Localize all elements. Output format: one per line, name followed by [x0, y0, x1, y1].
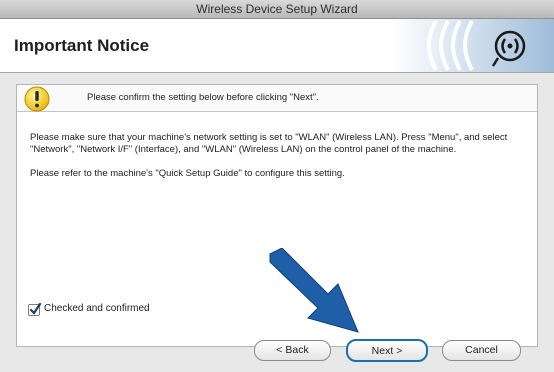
notice-bar: Please confirm the setting below before …: [17, 85, 537, 112]
confirm-checkbox-label: Checked and confirmed: [44, 303, 150, 314]
warning-icon: [24, 86, 50, 112]
header-banner: Important Notice: [0, 19, 554, 73]
next-button[interactable]: Next >: [346, 339, 428, 362]
cancel-button[interactable]: Cancel: [442, 340, 521, 361]
notice-text: Please confirm the setting below before …: [87, 92, 319, 103]
page-title: Important Notice: [14, 36, 150, 55]
wizard-window: Wireless Device Setup Wizard Important N…: [0, 0, 554, 372]
confirm-checkbox[interactable]: [28, 303, 42, 316]
wireless-signal-icon: [392, 19, 554, 72]
title-bar[interactable]: Wireless Device Setup Wizard: [0, 0, 554, 19]
pointer-arrow-icon: [269, 248, 359, 333]
window-title: Wireless Device Setup Wizard: [196, 2, 358, 16]
checkmark-icon: [29, 303, 42, 315]
instruction-paragraph-2: Please refer to the machine's "Quick Set…: [30, 168, 345, 179]
instruction-paragraph-1: Please make sure that your machine's net…: [30, 132, 508, 155]
back-button[interactable]: < Back: [254, 340, 331, 361]
instructions: Please make sure that your machine's net…: [30, 132, 525, 180]
